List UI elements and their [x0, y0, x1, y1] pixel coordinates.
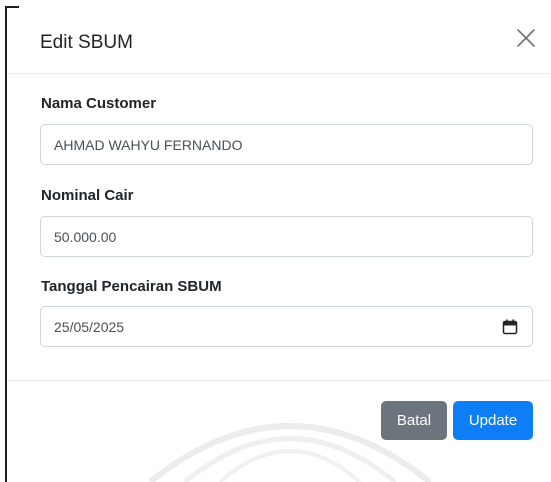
update-button[interactable]: Update: [453, 401, 533, 440]
close-icon: [517, 29, 535, 47]
cancel-button[interactable]: Batal: [381, 401, 447, 440]
tanggal-label: Tanggal Pencairan SBUM: [41, 278, 222, 295]
customer-field[interactable]: AHMAD WAHYU FERNANDO: [40, 124, 533, 165]
customer-value: AHMAD WAHYU FERNANDO: [54, 137, 243, 153]
tanggal-value: 25/05/2025: [54, 319, 125, 335]
nominal-label: Nominal Cair: [41, 187, 134, 204]
nominal-value: 50.000.00: [54, 229, 117, 245]
edit-sbum-modal: Edit SBUM Nama Customer AHMAD WAHYU FERN…: [7, 8, 551, 482]
modal-header: Edit SBUM: [7, 8, 551, 74]
modal-footer: Batal Update: [7, 380, 551, 482]
close-button[interactable]: [512, 24, 540, 52]
customer-label: Nama Customer: [41, 95, 157, 112]
page: Edit SBUM Nama Customer AHMAD WAHYU FERN…: [0, 0, 551, 482]
nominal-field[interactable]: 50.000.00: [40, 216, 533, 257]
modal-title: Edit SBUM: [40, 32, 133, 53]
calendar-icon[interactable]: [502, 319, 518, 335]
tanggal-date-field[interactable]: 25/05/2025: [40, 306, 533, 347]
